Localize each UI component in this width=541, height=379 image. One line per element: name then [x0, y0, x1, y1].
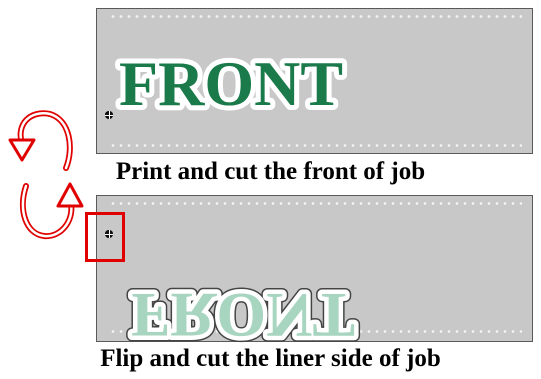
front-word-graphic: FRONT FRONT [114, 43, 348, 124]
front-sheet: FRONT FRONT [96, 8, 533, 154]
mirrored-word-graphic: FRONT FRONT FRONT [125, 274, 361, 357]
top-perforation-dots [109, 15, 522, 18]
registration-mark [105, 111, 113, 119]
registration-mark-highlight [85, 212, 125, 262]
front-word: FRONT [119, 48, 343, 119]
mirrored-word: FRONT [131, 280, 355, 351]
back-sheet: FRONT FRONT FRONT [96, 195, 533, 357]
top-perforation-dots [109, 202, 522, 205]
caption-flip-liner: Flip and cut the liner side of job [100, 345, 441, 372]
bottom-perforation-dots [109, 144, 522, 147]
flip-arrows-icon [8, 110, 84, 240]
